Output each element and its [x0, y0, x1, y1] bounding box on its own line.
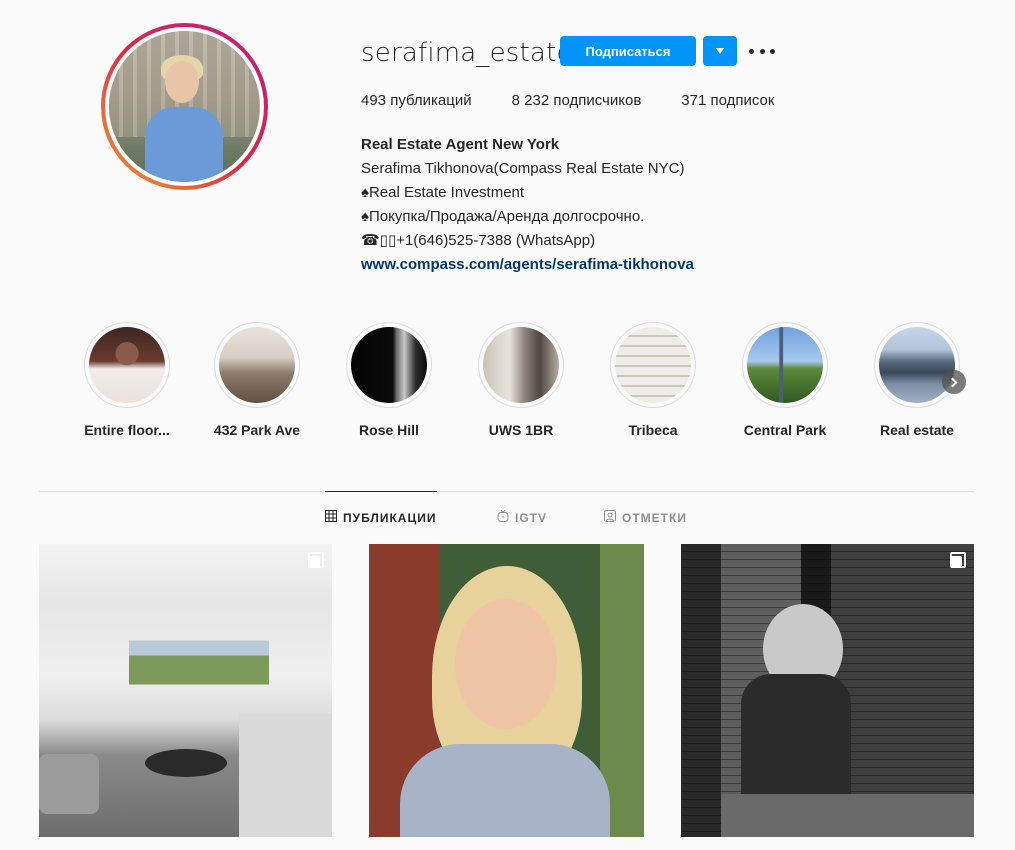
- highlight-item[interactable]: Entire floor...: [72, 322, 182, 438]
- story-highlights: Entire floor... 432 Park Ave Rose Hill U…: [72, 322, 972, 442]
- highlight-cover: [89, 327, 165, 403]
- highlight-item[interactable]: UWS 1BR: [466, 322, 576, 438]
- igtv-icon: [497, 509, 509, 525]
- highlight-label: 432 Park Ave: [213, 422, 301, 438]
- chevron-right-icon: [947, 377, 958, 387]
- bio-website-link[interactable]: www.compass.com/agents/serafima-tikhonov…: [361, 253, 694, 277]
- highlight-cover: [483, 327, 559, 403]
- tab-posts[interactable]: ПУБЛИКАЦИИ: [325, 510, 436, 525]
- dot-icon: [770, 48, 775, 54]
- highlight-label: Real estate: [880, 422, 954, 438]
- avatar-photo: [109, 31, 260, 182]
- highlight-label: Tribeca: [628, 422, 678, 438]
- bio-line: Serafima Tikhonova(Compass Real Estate N…: [361, 160, 685, 177]
- triangle-down-icon: [716, 48, 724, 54]
- tab-tagged[interactable]: ОТМЕТКИ: [604, 510, 687, 525]
- tab-label: ОТМЕТКИ: [622, 510, 687, 525]
- highlight-cover: [879, 327, 955, 403]
- highlight-label: UWS 1BR: [488, 422, 554, 438]
- profile-stats: 493 публикаций 8 232 подписчиков 371 под…: [361, 92, 814, 109]
- highlight-item[interactable]: Rose Hill: [334, 322, 444, 438]
- multi-image-icon: [950, 552, 966, 568]
- highlight-label: Rose Hill: [359, 422, 419, 438]
- posts-count: 493 публикаций: [361, 92, 472, 109]
- dot-icon: [749, 48, 754, 54]
- highlight-item[interactable]: 432 Park Ave: [202, 322, 312, 438]
- profile-tabs: ПУБЛИКАЦИИ IGTV ОТМЕТКИ: [0, 509, 1015, 530]
- suggested-dropdown-button[interactable]: [703, 36, 737, 66]
- grid-icon: [325, 510, 337, 525]
- tab-label: ПУБЛИКАЦИИ: [343, 510, 437, 525]
- bio-line: ☎▯▯+1(646)525-7388 (WhatsApp): [361, 232, 596, 249]
- shirt-shape: [400, 744, 610, 837]
- highlight-cover: [747, 327, 823, 403]
- highlights-next-button[interactable]: [942, 370, 966, 394]
- follow-button[interactable]: Подписаться: [560, 36, 696, 66]
- highlight-cover: [615, 327, 691, 403]
- highlight-cover: [351, 327, 427, 403]
- bio-line: ♠Покупка/Продажа/Аренда долгосрочно.: [361, 208, 645, 225]
- person-body-shape: [741, 674, 851, 814]
- window-ledge-shape: [721, 794, 974, 837]
- table-shape: [145, 749, 227, 777]
- tab-label: IGTV: [515, 510, 548, 525]
- highlight-item[interactable]: Tribeca: [598, 322, 708, 438]
- highlight-label: Central Park: [743, 422, 827, 438]
- following-count[interactable]: 371 подписок: [681, 92, 774, 109]
- tab-igtv[interactable]: IGTV: [497, 509, 548, 525]
- highlight-label: Entire floor...: [84, 422, 170, 438]
- tagged-icon: [604, 510, 616, 525]
- bio-line: ♠Real Estate Investment: [361, 184, 525, 201]
- profile-username: serafima_estate: [361, 38, 573, 68]
- profile-bio: Real Estate Agent New York Serafima Tikh…: [361, 133, 694, 277]
- highlight-cover: [219, 327, 295, 403]
- tabs-divider: [39, 491, 974, 492]
- multi-image-icon: [308, 552, 324, 568]
- bio-name: Real Estate Agent New York: [361, 136, 560, 153]
- highlight-item[interactable]: Central Park: [730, 322, 840, 438]
- more-options-button[interactable]: [749, 40, 775, 62]
- face-shape: [455, 599, 557, 729]
- followers-count[interactable]: 8 232 подписчиков: [512, 92, 642, 109]
- sofa-shape: [239, 714, 332, 837]
- post-thumbnail[interactable]: [681, 544, 974, 837]
- active-tab-indicator: [325, 491, 437, 492]
- chair-shape: [39, 754, 99, 814]
- post-thumbnail[interactable]: [360, 544, 653, 837]
- dot-icon: [759, 48, 765, 54]
- post-thumbnail[interactable]: [39, 544, 332, 837]
- profile-avatar[interactable]: [101, 23, 268, 190]
